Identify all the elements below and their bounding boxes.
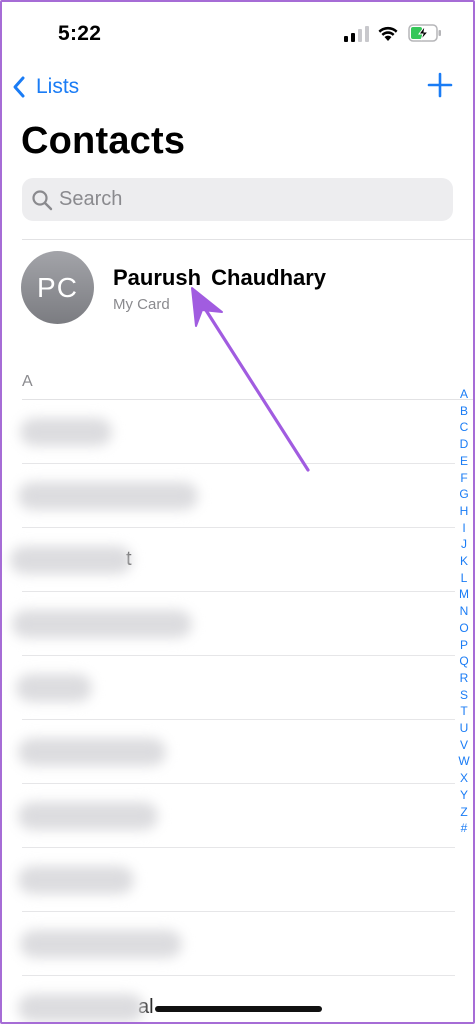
contact-list: t al [0,400,455,1024]
blurred-name [18,738,166,766]
alphabet-index[interactable]: A B C D E F G H I J K L M N O P Q R S T U V W X Y Z # [456,386,472,837]
page-title: Contacts [21,120,186,162]
contact-row[interactable] [0,720,455,784]
index-letter[interactable]: A [460,386,468,403]
index-letter[interactable]: # [461,820,468,837]
index-letter[interactable]: T [460,703,467,720]
blurred-name [20,418,112,446]
search-icon [32,189,53,210]
search-input[interactable] [59,188,419,211]
home-indicator[interactable] [155,1006,322,1012]
index-letter[interactable]: Y [460,787,468,804]
chevron-left-icon [13,76,25,98]
blurred-name [20,930,182,958]
index-letter[interactable]: D [460,436,469,453]
section-header: A [22,373,33,390]
index-letter[interactable]: P [460,637,468,654]
plus-icon[interactable] [426,71,454,99]
index-letter[interactable]: E [460,453,468,470]
blurred-name [18,994,144,1022]
index-letter[interactable]: Z [460,804,467,821]
index-letter[interactable]: K [460,553,468,570]
lists-back-button[interactable]: Lists [12,72,79,102]
index-letter[interactable]: S [460,687,468,704]
contact-row[interactable]: t [0,528,455,592]
index-letter[interactable]: Q [459,653,468,670]
index-letter[interactable]: G [459,486,468,503]
contact-row[interactable] [0,400,455,464]
contact-row[interactable] [0,848,455,912]
contact-row[interactable] [0,656,455,720]
index-letter[interactable]: M [459,586,469,603]
blurred-name [10,546,132,574]
my-card-name: Paurush Chaudhary [113,265,327,290]
blurred-name [16,674,92,702]
index-letter[interactable]: W [458,753,469,770]
status-time: 5:22 [58,22,102,45]
index-letter[interactable]: V [460,737,468,754]
index-letter[interactable]: B [460,403,468,420]
battery-charging-icon [408,24,441,42]
contact-row[interactable] [0,592,455,656]
index-letter[interactable]: C [460,419,469,436]
my-card-label: My Card [113,296,170,313]
blurred-name [18,802,158,830]
index-letter[interactable]: X [460,770,468,787]
avatar: PC [21,251,94,324]
wifi-icon [378,26,398,41]
contact-row[interactable] [0,912,455,976]
blurred-name [18,866,134,894]
index-letter[interactable]: L [461,570,468,587]
index-letter[interactable]: I [462,520,465,537]
index-letter[interactable]: O [459,620,468,637]
my-card[interactable]: PC Paurush Chaudhary My Card [21,251,441,325]
index-letter[interactable]: U [460,720,469,737]
back-label: Lists [36,75,80,98]
divider [22,239,475,240]
contact-row[interactable] [0,784,455,848]
search-bar[interactable] [22,178,453,221]
contact-row[interactable] [0,464,455,528]
blurred-name [12,610,192,638]
cellular-signal-icon [344,26,369,42]
index-letter[interactable]: J [461,536,467,553]
contact-row[interactable]: al [0,976,455,1024]
index-letter[interactable]: H [460,503,469,520]
index-letter[interactable]: N [460,603,469,620]
index-letter[interactable]: R [460,670,469,687]
index-letter[interactable]: F [460,470,467,487]
status-bar: 5:22 [0,0,475,60]
blurred-name [18,482,198,510]
